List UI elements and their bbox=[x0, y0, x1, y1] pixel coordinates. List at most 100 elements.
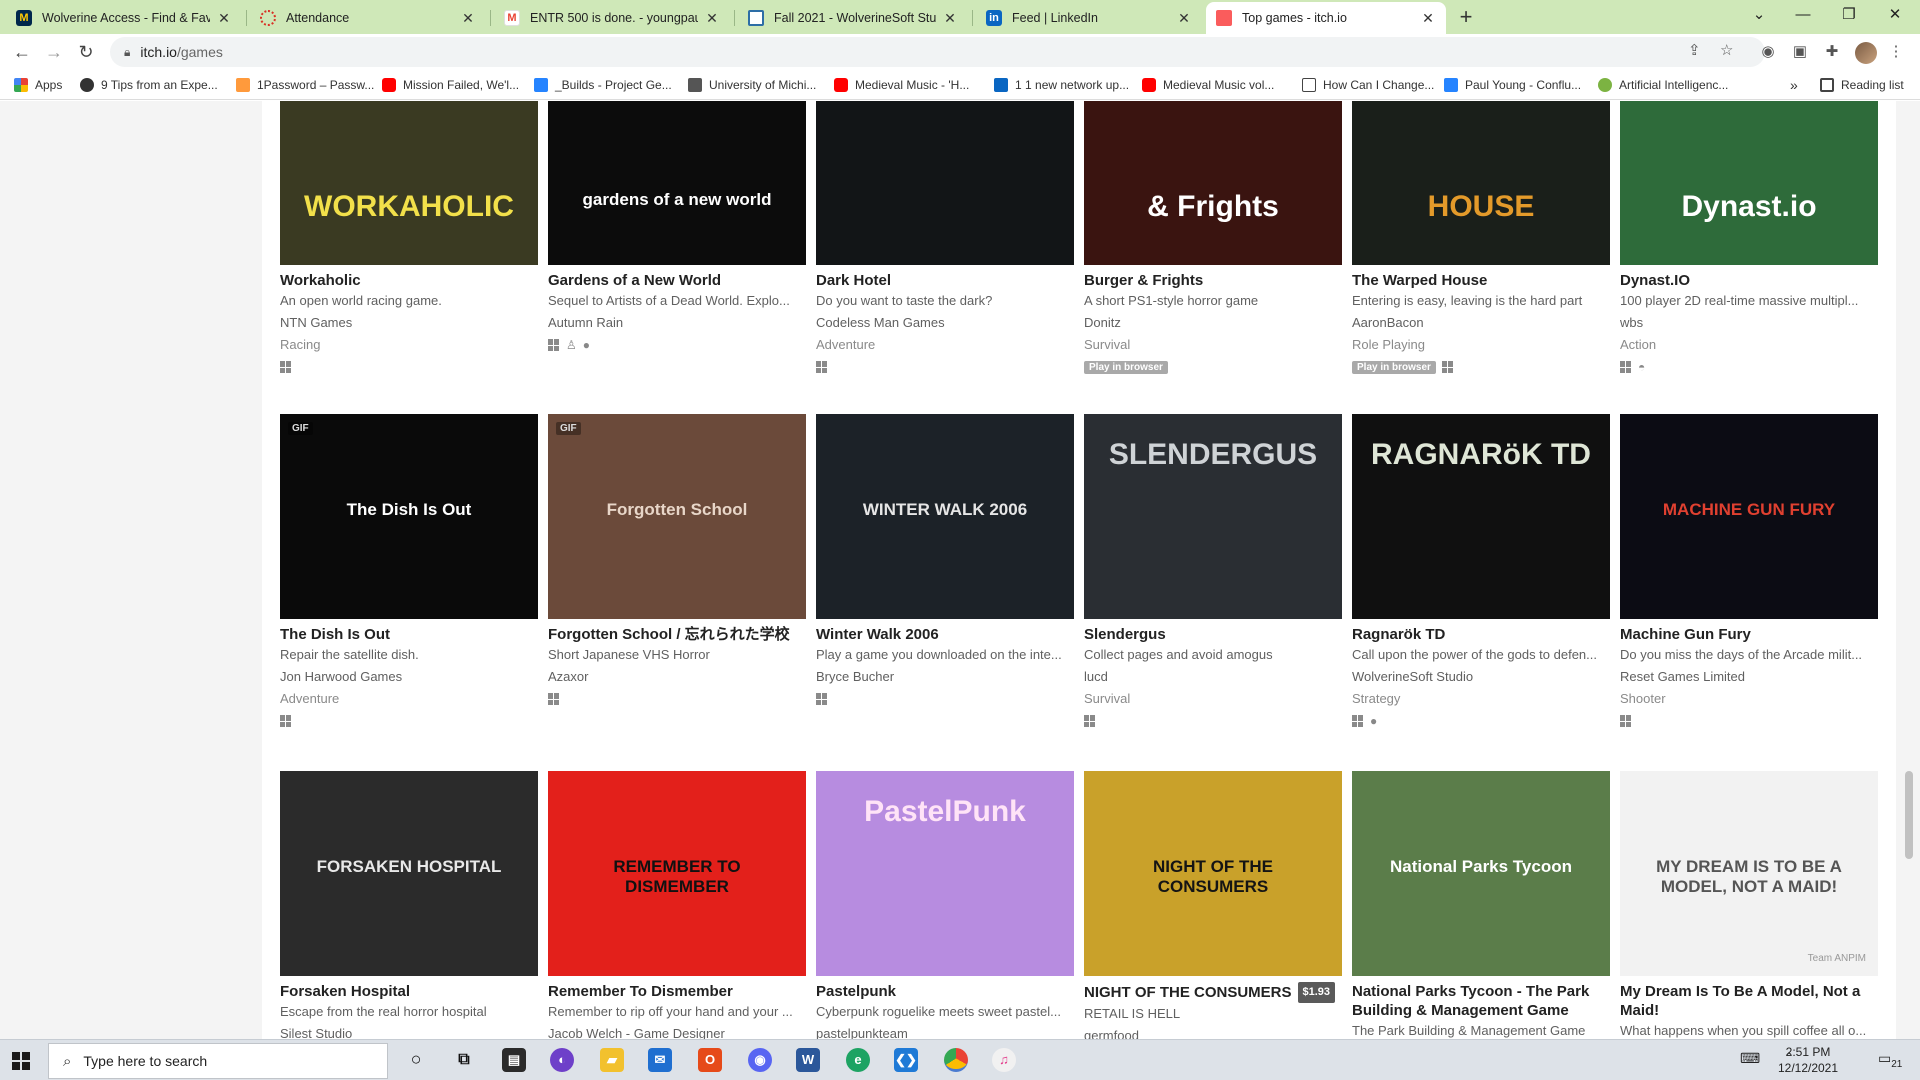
tab-attendance[interactable]: Attendance ✕ bbox=[250, 2, 486, 34]
close-window-button[interactable]: ✕ bbox=[1872, 0, 1918, 34]
game-author[interactable]: Reset Games Limited bbox=[1620, 666, 1878, 688]
office-icon[interactable]: O bbox=[698, 1048, 722, 1072]
game-genre[interactable]: Action bbox=[1620, 334, 1878, 356]
file-explorer-icon[interactable]: ▰ bbox=[600, 1048, 624, 1072]
game-author[interactable]: Jacob Welch - Game Designer bbox=[548, 1023, 806, 1039]
game-card[interactable]: Dynast.io Dynast.IO 100 player 2D real-tim… bbox=[1620, 101, 1878, 375]
game-author[interactable]: wbs bbox=[1620, 312, 1878, 334]
game-title[interactable]: Dark Hotel bbox=[816, 271, 1074, 290]
restore-button[interactable]: ❐ bbox=[1826, 0, 1872, 34]
bookmark-9-tips[interactable]: 9 Tips from an Expe... bbox=[80, 70, 218, 100]
extensions-puzzle-icon[interactable]: ✚ bbox=[1822, 42, 1842, 62]
game-thumbnail[interactable]: Dynast.io bbox=[1620, 101, 1878, 265]
back-button[interactable]: ← bbox=[8, 38, 36, 66]
game-author[interactable]: NTN Games bbox=[280, 312, 538, 334]
cortana-icon[interactable]: ○ bbox=[404, 1048, 428, 1072]
game-title[interactable]: Gardens of a New World bbox=[548, 271, 806, 290]
tab-search-chevron-icon[interactable]: ⌄ bbox=[1736, 0, 1782, 34]
game-title-text[interactable]: The Dish Is Out bbox=[280, 626, 390, 643]
game-title[interactable]: Workaholic bbox=[280, 271, 538, 290]
word-icon[interactable]: W bbox=[796, 1048, 820, 1072]
bookmark-medieval-music-2[interactable]: Medieval Music vol... bbox=[1142, 70, 1274, 100]
scrollbar-thumb[interactable] bbox=[1905, 771, 1913, 859]
reload-button[interactable]: ↻ bbox=[72, 38, 100, 66]
game-card[interactable]: FORSAKEN HOSPITAL Forsaken Hospital Escape… bbox=[280, 771, 538, 1039]
tab-wolverine-access[interactable]: M Wolverine Access - Find & Favorit ✕ bbox=[6, 2, 242, 34]
game-card[interactable]: & Frights Burger & Frights A short PS1-sty… bbox=[1084, 101, 1342, 375]
game-title[interactable]: Winter Walk 2006 bbox=[816, 625, 1074, 644]
profile-avatar[interactable] bbox=[1855, 42, 1877, 64]
tab-itchio[interactable]: Top games - itch.io ✕ bbox=[1206, 2, 1446, 34]
game-thumbnail[interactable]: The Dish Is Out GIF bbox=[280, 414, 538, 619]
game-title-text[interactable]: Ragnarök TD bbox=[1352, 626, 1445, 643]
game-thumbnail[interactable]: WORKAHOLIC bbox=[280, 101, 538, 265]
game-title-text[interactable]: Workaholic bbox=[280, 272, 361, 289]
game-title[interactable]: Dynast.IO bbox=[1620, 271, 1878, 290]
lock-icon[interactable]: 🔒︎ bbox=[124, 45, 130, 60]
game-thumbnail[interactable]: gardens of a new world bbox=[548, 101, 806, 265]
vscode-icon[interactable]: ❮❯ bbox=[894, 1048, 918, 1072]
game-genre[interactable]: Survival bbox=[1084, 688, 1342, 710]
game-thumbnail[interactable]: MY DREAM IS TO BE A MODEL, NOT A MAID! Te… bbox=[1620, 771, 1878, 976]
game-card[interactable]: gardens of a new world Gardens of a New W… bbox=[548, 101, 806, 353]
close-icon[interactable]: ✕ bbox=[942, 10, 958, 27]
store-icon[interactable]: ▤ bbox=[502, 1048, 526, 1072]
github-desktop-icon[interactable]: ◐ bbox=[550, 1048, 574, 1072]
tab-gmail[interactable]: M ENTR 500 is done. - youngpau@u ✕ bbox=[494, 2, 730, 34]
game-card[interactable]: RAGNARöK TD Ragnarök TD Call upon the powe… bbox=[1352, 414, 1610, 729]
game-thumbnail[interactable]: PastelPunk bbox=[816, 771, 1074, 976]
game-title[interactable]: Ragnarök TD bbox=[1352, 625, 1610, 644]
game-card[interactable]: MACHINE GUN FURY Machine Gun Fury Do you m… bbox=[1620, 414, 1878, 729]
game-card[interactable]: The Dish Is Out GIF The Dish Is Out Repair … bbox=[280, 414, 538, 729]
extension-1password-icon[interactable]: ◉ bbox=[1758, 42, 1778, 62]
game-title-text[interactable]: Burger & Frights bbox=[1084, 272, 1203, 289]
bookmark-1password[interactable]: 1Password – Passw... bbox=[236, 70, 374, 100]
game-genre[interactable]: Adventure bbox=[816, 334, 1074, 356]
game-title[interactable]: The Dish Is Out bbox=[280, 625, 538, 644]
menu-kebab-icon[interactable]: ⋮ bbox=[1886, 42, 1906, 62]
bookmark-paul-young-confluence[interactable]: Paul Young - Conflu... bbox=[1444, 70, 1581, 100]
game-title-text[interactable]: Remember To Dismember bbox=[548, 983, 733, 1000]
game-author[interactable]: WolverineSoft Studio bbox=[1352, 666, 1610, 688]
bookmark-linkedin-network[interactable]: 1 1 new network up... bbox=[994, 70, 1129, 100]
game-card[interactable]: REMEMBER TO DISMEMBER Remember To Dismemb… bbox=[548, 771, 806, 1039]
bookmark-builds[interactable]: _Builds - Project Ge... bbox=[534, 70, 672, 100]
bookmark-apps[interactable]: Apps bbox=[14, 70, 62, 100]
game-thumbnail[interactable]: HOUSE bbox=[1352, 101, 1610, 265]
keyboard-icon[interactable]: ⌨ bbox=[1740, 1050, 1760, 1067]
game-author[interactable]: lucd bbox=[1084, 666, 1342, 688]
forward-button[interactable]: → bbox=[40, 38, 68, 66]
game-card[interactable]: SLENDERGUS Slendergus Collect pages and av… bbox=[1084, 414, 1342, 729]
game-title-text[interactable]: Dynast.IO bbox=[1620, 272, 1690, 289]
game-title-text[interactable]: Dark Hotel bbox=[816, 272, 891, 289]
system-clock[interactable]: 2:51 PM 12/12/2021 bbox=[1773, 1044, 1843, 1076]
game-author[interactable]: Codeless Man Games bbox=[816, 312, 1074, 334]
game-title[interactable]: My Dream Is To Be A Model, Not a Maid! bbox=[1620, 982, 1878, 1020]
bookmark-artificial-intelligence[interactable]: Artificial Intelligenc... bbox=[1598, 70, 1728, 100]
game-author[interactable]: Jon Harwood Games bbox=[280, 666, 538, 688]
discord-icon[interactable]: ◉ bbox=[748, 1048, 772, 1072]
game-thumbnail[interactable]: SLENDERGUS bbox=[1084, 414, 1342, 619]
game-author[interactable]: The Park Building & Management Game bbox=[1352, 1020, 1610, 1039]
game-title[interactable]: The Warped House bbox=[1352, 271, 1610, 290]
bookmark-medieval-music-1[interactable]: Medieval Music - 'H... bbox=[834, 70, 969, 100]
minimize-button[interactable]: — bbox=[1780, 0, 1826, 34]
game-thumbnail[interactable]: REMEMBER TO DISMEMBER bbox=[548, 771, 806, 976]
game-card[interactable]: Dark Hotel Do you want to taste the dark?… bbox=[816, 101, 1074, 375]
new-tab-button[interactable]: + bbox=[1452, 4, 1480, 32]
game-author[interactable]: germfood bbox=[1084, 1025, 1342, 1039]
chrome-icon[interactable] bbox=[944, 1048, 968, 1072]
game-title-text[interactable]: Forsaken Hospital bbox=[280, 983, 410, 1000]
game-title[interactable]: National Parks Tycoon - The Park Buildin… bbox=[1352, 982, 1610, 1020]
extension-screen-icon[interactable]: ▣ bbox=[1790, 42, 1810, 62]
game-author[interactable]: Donitz bbox=[1084, 312, 1342, 334]
page-scrollbar[interactable] bbox=[1904, 101, 1914, 1039]
game-title-text[interactable]: Winter Walk 2006 bbox=[816, 626, 939, 643]
game-title[interactable]: Slendergus bbox=[1084, 625, 1342, 644]
bookmark-university-of-michigan[interactable]: University of Michi... bbox=[688, 70, 816, 100]
game-title[interactable]: NIGHT OF THE CONSUMERS $1.93 bbox=[1084, 982, 1342, 1003]
share-icon[interactable]: ⇪ bbox=[1688, 41, 1701, 59]
game-title-text[interactable]: Forgotten School / 忘れられた学校 bbox=[548, 626, 790, 643]
game-author[interactable]: pastelpunkteam bbox=[816, 1023, 1074, 1039]
bookmark-star-icon[interactable]: ☆ bbox=[1720, 41, 1733, 59]
